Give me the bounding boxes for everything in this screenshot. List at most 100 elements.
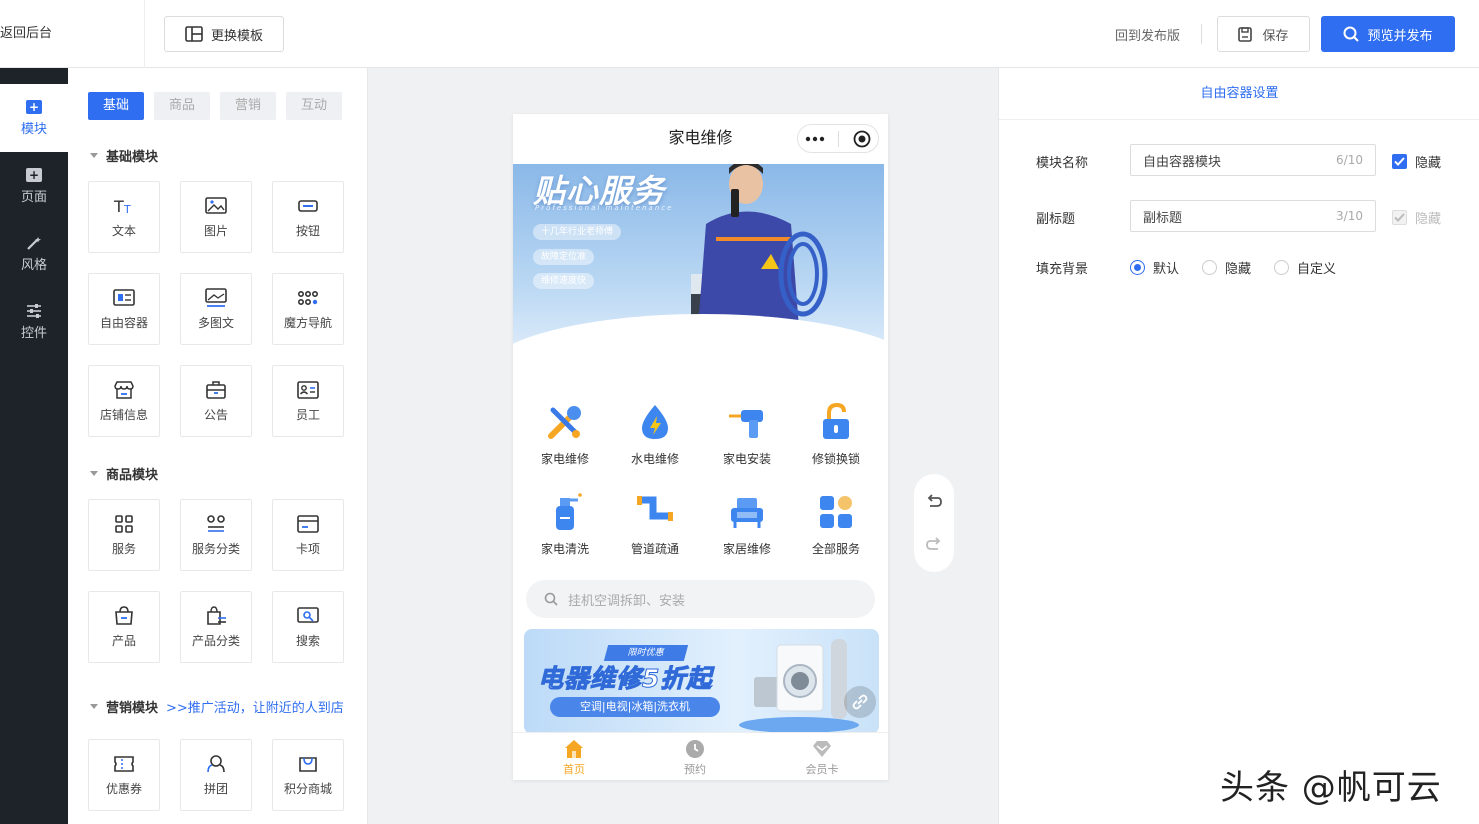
tab-home[interactable]: 首页 — [534, 739, 614, 777]
link-icon-button[interactable] — [844, 686, 876, 718]
settings-title: 自由容器设置 — [999, 68, 1479, 120]
tile-announcement[interactable]: 公告 — [180, 365, 252, 437]
tile-label: 文本 — [111, 223, 136, 238]
phone-preview: 家电维修 贴心服务 Professional maintenance 十几年行业… — [513, 114, 888, 780]
water-drop-bolt-icon — [642, 405, 668, 439]
drill-icon — [729, 410, 763, 438]
tab-goods[interactable]: 商品 — [154, 92, 210, 120]
section-header-goods[interactable]: 商品模块 — [90, 464, 158, 483]
marketing-promo-link[interactable]: >>推广活动，让附近的人到店 — [166, 697, 344, 716]
tab-marketing[interactable]: 营销 — [220, 92, 276, 120]
tab-booking[interactable]: 预约 — [655, 739, 735, 777]
grid-label: 修锁换锁 — [811, 452, 860, 466]
tile-coupon[interactable]: 优惠券 — [88, 739, 160, 811]
collapse-triangle-icon — [90, 153, 98, 158]
redo-icon[interactable] — [925, 536, 943, 553]
card-icon — [297, 514, 319, 533]
phone-tab-bar: 首页 预约 会员卡 — [513, 732, 888, 780]
preview-publish-button[interactable]: 预览并发布 — [1321, 16, 1455, 52]
grid-item-home-repair[interactable]: 家居维修 — [707, 492, 787, 557]
grid-label: 管道疏通 — [630, 542, 679, 556]
grid-item-appliance-cleaning[interactable]: 家电清洗 — [525, 492, 605, 557]
tile-cube-nav[interactable]: 魔方导航 — [272, 273, 344, 345]
grid-item-water-electric[interactable]: 水电维修 — [615, 402, 695, 467]
hide-name-checkbox[interactable]: 隐藏 — [1392, 152, 1441, 171]
tile-label: 员工 — [295, 407, 320, 422]
grid-label: 家电维修 — [540, 452, 589, 466]
tile-card-item[interactable]: 卡项 — [272, 499, 344, 571]
shopping-bag-icon — [115, 605, 133, 625]
tile-staff[interactable]: 员工 — [272, 365, 344, 437]
tile-product-category[interactable]: 产品分类 — [180, 591, 252, 663]
restore-published-link[interactable]: 回到发布版 — [1115, 25, 1180, 44]
grid-item-pipe-unclog[interactable]: 管道疏通 — [615, 492, 695, 557]
tile-free-container[interactable]: 自由容器 — [88, 273, 160, 345]
radio-custom[interactable]: 自定义 — [1274, 258, 1336, 277]
grid-item-appliance-repair[interactable]: 家电维修 — [525, 402, 605, 467]
nav-item-pages[interactable]: + 页面 — [0, 152, 68, 220]
tile-store-info[interactable]: 店铺信息 — [88, 365, 160, 437]
change-template-label: 更换模板 — [210, 28, 263, 44]
phone-search-bar[interactable]: 挂机空调拆卸、安装 — [526, 580, 875, 618]
four-squares-icon — [115, 514, 133, 533]
checkbox-checked-icon — [1392, 154, 1407, 169]
hide-subtitle-checkbox[interactable]: 隐藏 — [1392, 208, 1441, 227]
tile-label: 魔方导航 — [283, 315, 332, 330]
hero-banner[interactable]: 贴心服务 Professional maintenance 十几年行业老师傅 故… — [513, 164, 884, 379]
nav-item-controls[interactable]: 控件 — [0, 288, 68, 356]
back-to-admin-link[interactable]: 返回后台 — [0, 0, 145, 68]
mini-program-capsule[interactable] — [797, 124, 879, 153]
section-header-basic[interactable]: 基础模块 — [90, 146, 158, 165]
search-placeholder: 挂机空调拆卸、安装 — [568, 593, 686, 609]
tab-interaction[interactable]: 互动 — [286, 92, 342, 120]
tile-group-buy[interactable]: 拼团 — [180, 739, 252, 811]
watermark: 头条 @帆可云 — [1220, 768, 1442, 808]
module-name-label: 模块名称 — [1036, 156, 1089, 171]
tile-text[interactable]: TT 文本 — [88, 181, 160, 253]
clock-icon — [686, 740, 704, 758]
tab-member-card[interactable]: 会员卡 — [782, 739, 862, 777]
tile-label: 图片 — [203, 223, 228, 238]
tile-multi-image-text[interactable]: 多图文 — [180, 273, 252, 345]
radio-default[interactable]: 默认 — [1130, 258, 1179, 277]
nav-label: 模块 — [20, 121, 47, 137]
radio-label: 默认 — [1153, 262, 1180, 277]
banner-pill: 故障定位准 — [533, 249, 595, 265]
grid-dots-icon — [297, 290, 319, 305]
svg-text:T: T — [123, 203, 131, 216]
tile-search[interactable]: 搜索 — [272, 591, 344, 663]
multi-image-icon — [205, 287, 227, 307]
bag-list-icon — [207, 605, 226, 625]
nav-item-modules[interactable]: + 模块 — [0, 84, 68, 152]
sofa-icon — [731, 498, 763, 528]
diamond-icon — [813, 741, 831, 757]
banner-subtitle: Professional maintenance — [535, 204, 674, 212]
grid-item-appliance-install[interactable]: 家电安装 — [707, 402, 787, 467]
undo-icon[interactable] — [925, 493, 943, 510]
section-header-marketing[interactable]: 营销模块 >>推广活动，让附近的人到店 — [90, 697, 344, 716]
change-template-button[interactable]: 更换模板 — [164, 16, 284, 52]
link-icon — [852, 694, 868, 710]
promo-banner[interactable]: 限时优惠 电器维修5折起 空调|电视|冰箱|洗衣机 — [524, 629, 879, 734]
checkbox-label: 隐藏 — [1415, 156, 1442, 171]
tile-label: 服务分类 — [191, 541, 240, 556]
tab-basic[interactable]: 基础 — [88, 92, 144, 120]
tile-label: 积分商城 — [283, 781, 332, 796]
tile-service[interactable]: 服务 — [88, 499, 160, 571]
grid-item-lock-repair[interactable]: 修锁换锁 — [796, 402, 876, 467]
tile-points-mall[interactable]: 积分商城 — [272, 739, 344, 811]
store-icon — [114, 380, 134, 399]
subtitle-input[interactable]: 副标题 3/10 — [1130, 200, 1376, 232]
tile-product[interactable]: 产品 — [88, 591, 160, 663]
tile-service-category[interactable]: 服务分类 — [180, 499, 252, 571]
module-name-input[interactable]: 自由容器模块 6/10 — [1130, 144, 1376, 176]
tile-button[interactable]: 按钮 — [272, 181, 344, 253]
search-icon — [1343, 26, 1360, 42]
grid-item-all-services[interactable]: 全部服务 — [796, 492, 876, 557]
radio-label: 隐藏 — [1225, 262, 1252, 277]
radio-hidden[interactable]: 隐藏 — [1202, 258, 1251, 277]
tile-label: 产品 — [111, 633, 136, 648]
tile-image[interactable]: 图片 — [180, 181, 252, 253]
nav-item-style[interactable]: 风格 — [0, 220, 68, 288]
save-button[interactable]: 保存 — [1217, 16, 1310, 52]
